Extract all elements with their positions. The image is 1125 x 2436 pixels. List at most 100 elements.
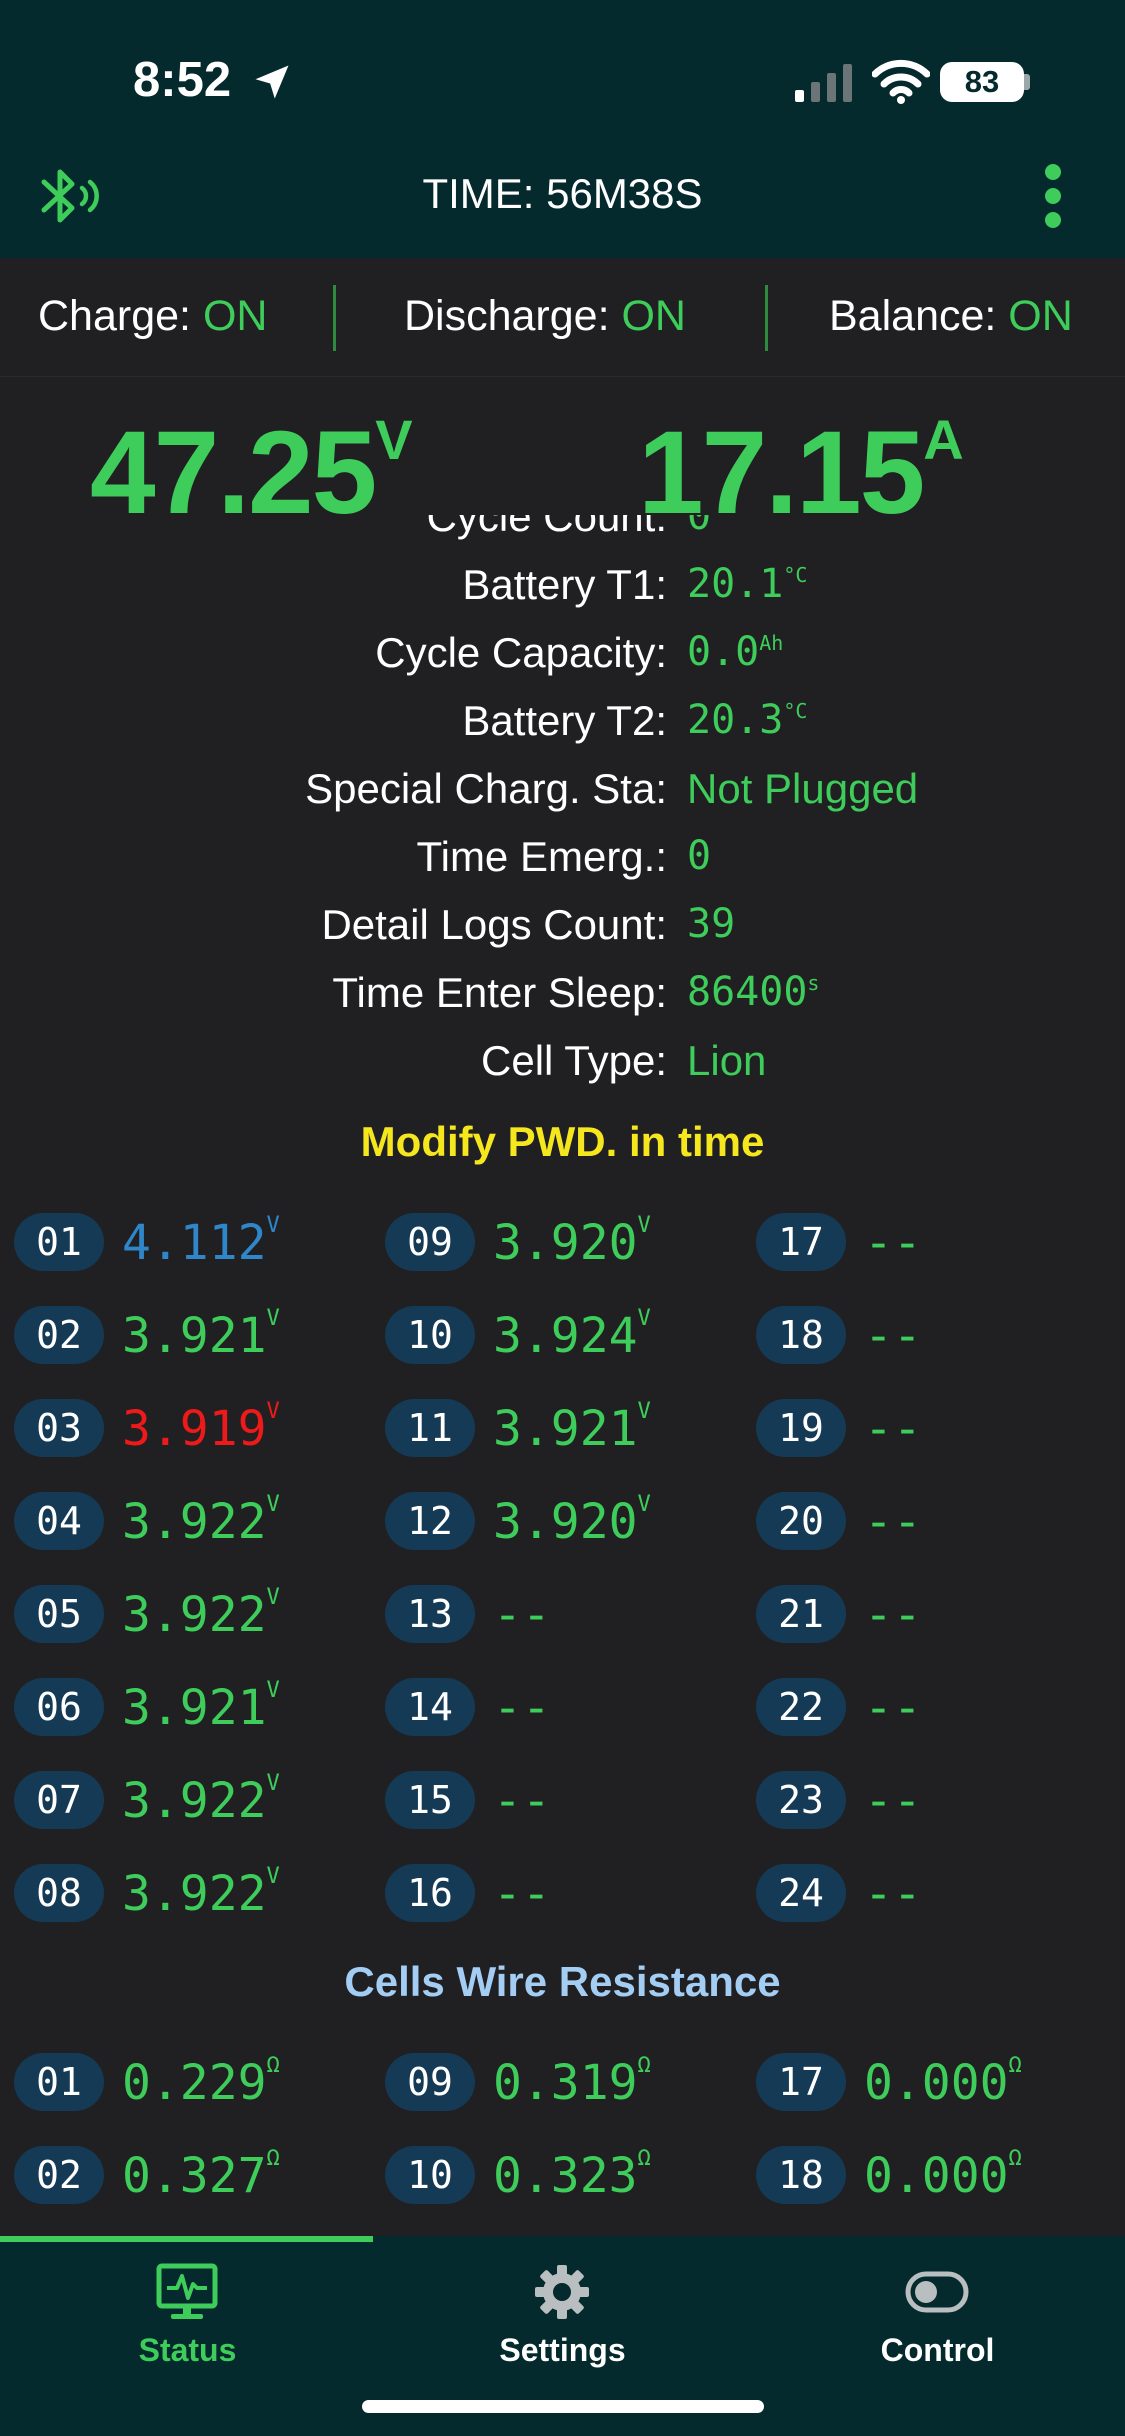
cell-number-badge: 01 [14, 2053, 104, 2111]
cell-voltage-value: 3.922V [122, 1585, 280, 1643]
wire-resistance-item: 09 0.319Ω [385, 2053, 745, 2111]
cell-voltage-value: 3.922V [122, 1492, 280, 1550]
cell-voltage-number: 3.921 [122, 1308, 267, 1364]
cell-voltage-number: -- [864, 1401, 922, 1457]
wire-resistance-unit: Ω [637, 2146, 651, 2171]
cell-voltage-number: 3.920 [493, 1494, 638, 1550]
cell-number-badge: 11 [385, 1399, 475, 1457]
cell-number-badge: 18 [756, 1306, 846, 1364]
cell-voltage-value: 3.920V [493, 1213, 651, 1271]
monitor-pulse-icon[interactable] [155, 2262, 219, 2322]
cell-voltage-number: -- [864, 1215, 922, 1271]
cell-voltage-number: -- [493, 1773, 551, 1829]
charge-status: Charge: ON [38, 292, 267, 341]
cell-voltage-unit: V [266, 1306, 280, 1331]
wire-resistance-number: 0.229 [122, 2055, 267, 2111]
cell-voltage-number: 3.922 [122, 1773, 267, 1829]
wire-resistance-value: 0.000Ω [864, 2053, 1022, 2111]
wire-resistance-number: 0.000 [864, 2055, 1009, 2111]
cell-voltage-item: 22 -- [756, 1678, 1116, 1736]
wire-resistance-value: 0.323Ω [493, 2146, 651, 2204]
home-indicator[interactable] [362, 2400, 764, 2413]
cell-voltage-number: 3.919 [122, 1401, 267, 1457]
wire-resistance-number: 0.000 [864, 2148, 1009, 2204]
toggle-icon[interactable] [905, 2262, 969, 2322]
cell-voltage-unit: V [637, 1399, 651, 1424]
cell-voltage-number: -- [493, 1866, 551, 1922]
cell-number-badge: 08 [14, 1864, 104, 1922]
info-row-special-charge: Special Charg. Sta: Not Plugged [305, 765, 919, 812]
tab-settings[interactable]: Settings [375, 2332, 750, 2369]
cell-number-badge: 18 [756, 2146, 846, 2204]
cell-voltage-value: -- [864, 1680, 922, 1736]
cell-voltage-item: 04 3.922V [14, 1492, 374, 1550]
cell-voltage-item: 13 -- [385, 1585, 745, 1643]
cell-voltage-number: -- [864, 1773, 922, 1829]
cell-voltage-value: 3.919V [122, 1399, 280, 1457]
cell-number-badge: 16 [385, 1864, 475, 1922]
cell-voltage-number: 3.921 [122, 1680, 267, 1736]
charge-value: ON [202, 292, 268, 340]
cell-voltage-item: 21 -- [756, 1585, 1116, 1643]
wire-resistance-value: 0.327Ω [122, 2146, 280, 2204]
cell-number-badge: 05 [14, 1585, 104, 1643]
cell-voltage-number: -- [864, 1308, 922, 1364]
tab-control[interactable]: Control [750, 2332, 1125, 2369]
cell-voltage-value: -- [864, 1866, 922, 1922]
cell-voltage-value: 3.924V [493, 1306, 651, 1364]
wire-resistance-unit: Ω [266, 2146, 280, 2171]
cell-voltage-value: -- [493, 1866, 551, 1922]
battery-level: 83 [940, 62, 1024, 102]
cell-number-badge: 10 [385, 1306, 475, 1364]
wire-resistance-item: 10 0.323Ω [385, 2146, 745, 2204]
cell-voltage-value: -- [864, 1587, 922, 1643]
cell-voltage-value: 3.921V [493, 1399, 651, 1457]
cell-number-badge: 17 [756, 2053, 846, 2111]
wire-resistance-number: 0.323 [493, 2148, 638, 2204]
cell-number-badge: 13 [385, 1585, 475, 1643]
cell-voltage-item: 01 4.112V [14, 1213, 374, 1271]
cell-number-badge: 15 [385, 1771, 475, 1829]
cell-voltage-item: 03 3.919V [14, 1399, 374, 1457]
gear-icon[interactable] [530, 2262, 594, 2322]
cell-voltage-value: 4.112V [122, 1213, 280, 1271]
cell-voltage-unit: V [266, 1864, 280, 1889]
cell-voltage-item: 05 3.922V [14, 1585, 374, 1643]
info-row-battery-t2: Battery T2: 20.3°C [462, 697, 808, 744]
cell-voltage-number: -- [864, 1680, 922, 1736]
discharge-value: ON [621, 292, 686, 340]
wire-resistance-unit: Ω [266, 2053, 280, 2078]
location-arrow-icon [255, 65, 289, 99]
info-row-cell-type: Cell Type: Lion [481, 1037, 767, 1084]
cell-voltage-item: 14 -- [385, 1678, 745, 1736]
cell-voltage-number: 3.920 [493, 1215, 638, 1271]
cell-voltage-unit: V [266, 1678, 280, 1703]
cell-voltage-item: 12 3.920V [385, 1492, 745, 1550]
more-menu-icon[interactable] [1040, 160, 1066, 232]
cell-number-badge: 01 [14, 1213, 104, 1271]
cell-voltage-unit: V [266, 1213, 280, 1238]
cell-voltage-number: 3.921 [493, 1401, 638, 1457]
cell-number-badge: 22 [756, 1678, 846, 1736]
info-row-detail-logs: Detail Logs Count: 39 [321, 901, 736, 948]
cell-voltage-item: 17 -- [756, 1213, 1116, 1271]
cell-voltage-unit: V [266, 1492, 280, 1517]
wire-resistance-unit: Ω [637, 2053, 651, 2078]
cell-voltage-item: 10 3.924V [385, 1306, 745, 1364]
cell-voltage-number: 3.924 [493, 1308, 638, 1364]
cell-voltage-value: -- [493, 1773, 551, 1829]
cell-number-badge: 06 [14, 1678, 104, 1736]
cell-voltage-number: -- [864, 1494, 922, 1550]
cell-voltage-value: 3.922V [122, 1771, 280, 1829]
battery-cap [1024, 74, 1030, 90]
cell-number-badge: 02 [14, 1306, 104, 1364]
tab-status[interactable]: Status [0, 2332, 375, 2369]
cell-voltages-title: Modify PWD. in time [360, 1118, 765, 1165]
cell-voltage-value: -- [493, 1680, 551, 1736]
cell-voltage-item: 24 -- [756, 1864, 1116, 1922]
cell-voltage-value: 3.921V [122, 1678, 280, 1736]
cell-number-badge: 14 [385, 1678, 475, 1736]
cell-voltage-unit: V [266, 1771, 280, 1796]
wire-resistance-item: 18 0.000Ω [756, 2146, 1116, 2204]
info-list[interactable]: Cycle Count: 0 Battery T1: 20.1°C Cycle … [0, 515, 1125, 1105]
